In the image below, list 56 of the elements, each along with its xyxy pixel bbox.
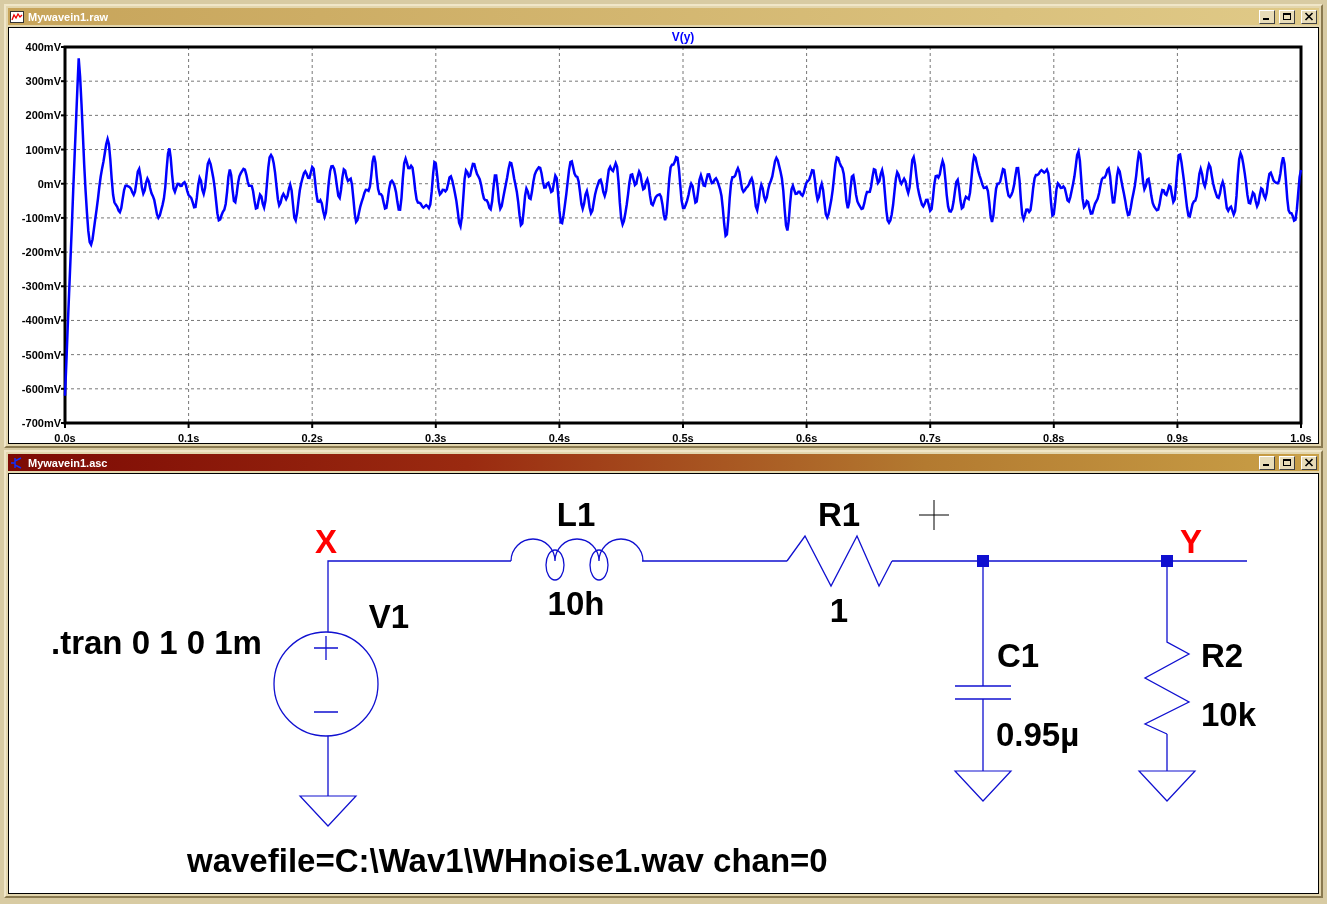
component-label: R1 bbox=[817, 496, 861, 533]
component-label: R2 bbox=[1201, 637, 1244, 674]
maximize-icon bbox=[1282, 12, 1292, 21]
minimize-button[interactable] bbox=[1259, 455, 1275, 470]
component-label: V1 bbox=[368, 598, 410, 635]
component-label: C1 bbox=[997, 637, 1040, 674]
close-icon bbox=[1304, 458, 1314, 467]
x-axis-tick-label: 0.5s bbox=[672, 432, 694, 443]
ground-symbol bbox=[953, 770, 1013, 802]
x-axis-tick-label: 0.6s bbox=[795, 432, 818, 443]
y-axis-tick-label: 400mV bbox=[25, 41, 61, 53]
x-axis-tick-label: 0.9s bbox=[1166, 432, 1189, 443]
component-value: 1 bbox=[829, 592, 849, 629]
close-icon bbox=[1304, 12, 1314, 21]
x-axis-tick-label: 0.4s bbox=[548, 432, 571, 443]
y-axis-tick-label: 200mV bbox=[25, 109, 61, 122]
minimize-button[interactable] bbox=[1259, 9, 1275, 24]
trace-label: V(y) bbox=[671, 30, 695, 44]
maximize-icon bbox=[1282, 458, 1292, 467]
close-button[interactable] bbox=[1301, 455, 1317, 470]
component-value: 10k bbox=[1201, 696, 1257, 733]
x-axis-tick-label: 0.8s bbox=[1043, 432, 1065, 443]
x-axis-tick-label: 0.3s bbox=[425, 432, 447, 443]
component-value: wavefile=C:\Wav1\WHnoise1.wav chan=0 bbox=[187, 842, 828, 879]
component-value: 10h bbox=[547, 585, 605, 622]
capacitor-symbol bbox=[954, 685, 1012, 700]
y-axis-tick-label: -500mV bbox=[21, 348, 61, 361]
y-axis-tick-label: -100mV bbox=[21, 211, 61, 224]
ground-symbol bbox=[298, 795, 358, 827]
y-axis-tick-label: -200mV bbox=[21, 246, 61, 259]
x-axis-tick-label: 0.7s bbox=[919, 432, 941, 443]
y-axis-tick-label: 300mV bbox=[25, 75, 61, 88]
x-axis-tick-label: 0.0s bbox=[54, 432, 76, 443]
component-label: L1 bbox=[556, 496, 596, 533]
y-axis-tick-label: 100mV bbox=[25, 143, 61, 156]
x-axis-tick-label: 0.2s bbox=[301, 432, 323, 443]
window-title: Mywavein1.asc bbox=[28, 456, 109, 469]
net-label: X bbox=[315, 523, 337, 560]
y-axis-tick-label: 0mV bbox=[37, 177, 61, 190]
y-axis-tick-label: -300mV bbox=[21, 280, 61, 293]
y-axis-tick-label: -700mV bbox=[21, 417, 61, 429]
maximize-button[interactable] bbox=[1279, 9, 1295, 24]
close-button[interactable] bbox=[1301, 9, 1317, 24]
waveform-icon bbox=[10, 10, 24, 23]
y-axis-tick-label: -600mV bbox=[21, 382, 61, 395]
window-title: Mywavein1.raw bbox=[28, 10, 110, 23]
crosshair-cursor-icon bbox=[918, 499, 950, 531]
x-axis-tick-label: 0.1s bbox=[177, 432, 200, 443]
y-axis-tick-label: -400mV bbox=[21, 314, 61, 327]
spice-directive: .tran 0 1 0 1m bbox=[51, 624, 262, 661]
component-value: 0.95µ bbox=[996, 716, 1080, 753]
ground-symbol bbox=[1137, 770, 1197, 802]
net-label: Y bbox=[1180, 523, 1202, 560]
maximize-button[interactable] bbox=[1279, 455, 1295, 470]
transistor-icon bbox=[10, 456, 24, 469]
x-axis-tick-label: 1.0s bbox=[1290, 432, 1312, 443]
